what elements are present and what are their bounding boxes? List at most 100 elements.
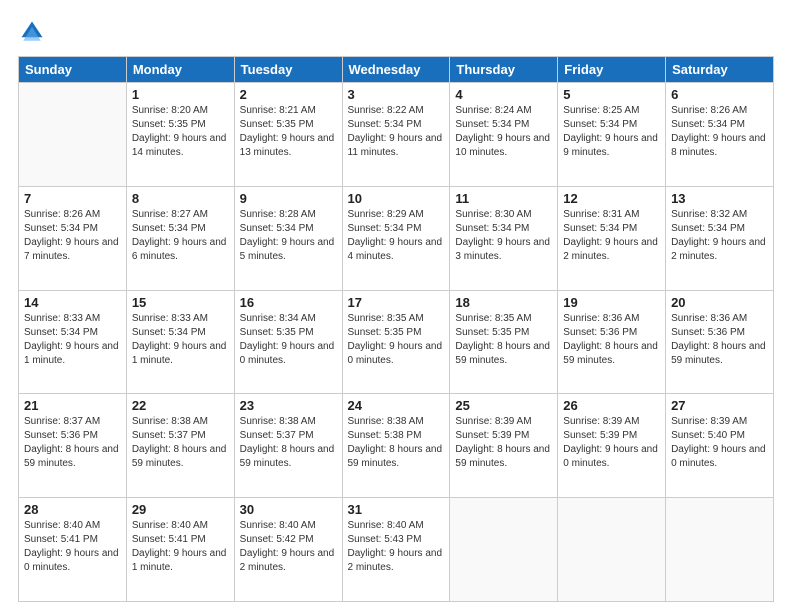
day-number: 15 bbox=[132, 295, 229, 310]
calendar-cell: 11Sunrise: 8:30 AMSunset: 5:34 PMDayligh… bbox=[450, 186, 558, 290]
day-number: 18 bbox=[455, 295, 552, 310]
calendar-week-row: 7 Sunrise: 8:26 AMSunset: 5:34 PMDaylight… bbox=[19, 186, 774, 290]
calendar-week-row: 14 Sunrise: 8:33 AMSunset: 5:34 PMDayligh… bbox=[19, 290, 774, 394]
calendar-cell: 23Sunrise: 8:38 AMSunset: 5:37 PMDayligh… bbox=[234, 394, 342, 498]
calendar-cell: 28 Sunrise: 8:40 AMSunset: 5:41 PMDayligh… bbox=[19, 498, 127, 602]
calendar-cell: 20 Sunrise: 8:36 AMSunset: 5:36 PMDayligh… bbox=[666, 290, 774, 394]
day-number: 16 bbox=[240, 295, 337, 310]
calendar-week-row: 1 Sunrise: 8:20 AMSunset: 5:35 PMDaylight… bbox=[19, 83, 774, 187]
calendar-cell: 1 Sunrise: 8:20 AMSunset: 5:35 PMDaylight… bbox=[126, 83, 234, 187]
day-number: 21 bbox=[24, 398, 121, 413]
calendar-week-row: 21 Sunrise: 8:37 AMSunset: 5:36 PMDayligh… bbox=[19, 394, 774, 498]
day-info: Sunrise: 8:38 AMSunset: 5:37 PMDaylight:… bbox=[132, 415, 229, 471]
day-number: 26 bbox=[563, 398, 660, 413]
calendar-cell bbox=[558, 498, 666, 602]
calendar-cell: 17Sunrise: 8:35 AMSunset: 5:35 PMDayligh… bbox=[342, 290, 450, 394]
column-header-tuesday: Tuesday bbox=[234, 57, 342, 83]
calendar-cell: 22 Sunrise: 8:38 AMSunset: 5:37 PMDayligh… bbox=[126, 394, 234, 498]
day-number: 28 bbox=[24, 502, 121, 517]
calendar-cell: 7 Sunrise: 8:26 AMSunset: 5:34 PMDaylight… bbox=[19, 186, 127, 290]
day-number: 3 bbox=[348, 87, 445, 102]
day-number: 31 bbox=[348, 502, 445, 517]
day-number: 29 bbox=[132, 502, 229, 517]
day-number: 4 bbox=[455, 87, 552, 102]
day-info: Sunrise: 8:40 AMSunset: 5:41 PMDaylight:… bbox=[24, 519, 121, 575]
day-info: Sunrise: 8:34 AMSunset: 5:35 PMDaylight:… bbox=[240, 312, 337, 368]
column-header-monday: Monday bbox=[126, 57, 234, 83]
calendar-cell: 14 Sunrise: 8:33 AMSunset: 5:34 PMDayligh… bbox=[19, 290, 127, 394]
calendar-cell: 31 Sunrise: 8:40 AMSunset: 5:43 PMDayligh… bbox=[342, 498, 450, 602]
calendar-cell bbox=[666, 498, 774, 602]
day-info: Sunrise: 8:35 AMSunset: 5:35 PMDaylight:… bbox=[455, 312, 552, 368]
calendar-cell: 6 Sunrise: 8:26 AMSunset: 5:34 PMDaylight… bbox=[666, 83, 774, 187]
calendar-cell: 13 Sunrise: 8:32 AMSunset: 5:34 PMDayligh… bbox=[666, 186, 774, 290]
day-info: Sunrise: 8:31 AMSunset: 5:34 PMDaylight:… bbox=[563, 208, 660, 264]
day-number: 2 bbox=[240, 87, 337, 102]
calendar-table: SundayMondayTuesdayWednesdayThursdayFrid… bbox=[18, 56, 774, 602]
day-info: Sunrise: 8:32 AMSunset: 5:34 PMDaylight:… bbox=[671, 208, 768, 264]
day-info: Sunrise: 8:21 AMSunset: 5:35 PMDaylight:… bbox=[240, 104, 337, 160]
day-number: 24 bbox=[348, 398, 445, 413]
day-info: Sunrise: 8:37 AMSunset: 5:36 PMDaylight:… bbox=[24, 415, 121, 471]
calendar-cell: 18 Sunrise: 8:35 AMSunset: 5:35 PMDayligh… bbox=[450, 290, 558, 394]
day-number: 27 bbox=[671, 398, 768, 413]
calendar-cell: 15 Sunrise: 8:33 AMSunset: 5:34 PMDayligh… bbox=[126, 290, 234, 394]
calendar-cell: 26 Sunrise: 8:39 AMSunset: 5:39 PMDayligh… bbox=[558, 394, 666, 498]
day-info: Sunrise: 8:38 AMSunset: 5:38 PMDaylight:… bbox=[348, 415, 445, 471]
column-header-sunday: Sunday bbox=[19, 57, 127, 83]
day-info: Sunrise: 8:28 AMSunset: 5:34 PMDaylight:… bbox=[240, 208, 337, 264]
day-number: 11 bbox=[455, 191, 552, 206]
column-header-friday: Friday bbox=[558, 57, 666, 83]
day-number: 7 bbox=[24, 191, 121, 206]
day-info: Sunrise: 8:26 AMSunset: 5:34 PMDaylight:… bbox=[671, 104, 768, 160]
day-number: 22 bbox=[132, 398, 229, 413]
day-info: Sunrise: 8:39 AMSunset: 5:39 PMDaylight:… bbox=[455, 415, 552, 471]
day-number: 30 bbox=[240, 502, 337, 517]
day-info: Sunrise: 8:39 AMSunset: 5:39 PMDaylight:… bbox=[563, 415, 660, 471]
day-number: 9 bbox=[240, 191, 337, 206]
day-info: Sunrise: 8:29 AMSunset: 5:34 PMDaylight:… bbox=[348, 208, 445, 264]
calendar-cell: 30 Sunrise: 8:40 AMSunset: 5:42 PMDayligh… bbox=[234, 498, 342, 602]
calendar-header-row: SundayMondayTuesdayWednesdayThursdayFrid… bbox=[19, 57, 774, 83]
logo-icon bbox=[18, 18, 46, 46]
day-info: Sunrise: 8:25 AMSunset: 5:34 PMDaylight:… bbox=[563, 104, 660, 160]
day-info: Sunrise: 8:33 AMSunset: 5:34 PMDaylight:… bbox=[24, 312, 121, 368]
calendar-cell: 4 Sunrise: 8:24 AMSunset: 5:34 PMDaylight… bbox=[450, 83, 558, 187]
day-number: 1 bbox=[132, 87, 229, 102]
logo bbox=[18, 18, 50, 46]
day-info: Sunrise: 8:20 AMSunset: 5:35 PMDaylight:… bbox=[132, 104, 229, 160]
day-number: 19 bbox=[563, 295, 660, 310]
calendar-cell: 5 Sunrise: 8:25 AMSunset: 5:34 PMDaylight… bbox=[558, 83, 666, 187]
day-info: Sunrise: 8:40 AMSunset: 5:42 PMDaylight:… bbox=[240, 519, 337, 575]
column-header-thursday: Thursday bbox=[450, 57, 558, 83]
day-info: Sunrise: 8:40 AMSunset: 5:43 PMDaylight:… bbox=[348, 519, 445, 575]
calendar-cell: 9 Sunrise: 8:28 AMSunset: 5:34 PMDaylight… bbox=[234, 186, 342, 290]
day-number: 10 bbox=[348, 191, 445, 206]
day-number: 6 bbox=[671, 87, 768, 102]
day-info: Sunrise: 8:33 AMSunset: 5:34 PMDaylight:… bbox=[132, 312, 229, 368]
day-number: 13 bbox=[671, 191, 768, 206]
day-info: Sunrise: 8:39 AMSunset: 5:40 PMDaylight:… bbox=[671, 415, 768, 471]
day-number: 20 bbox=[671, 295, 768, 310]
day-number: 25 bbox=[455, 398, 552, 413]
column-header-saturday: Saturday bbox=[666, 57, 774, 83]
day-number: 8 bbox=[132, 191, 229, 206]
calendar-cell: 3Sunrise: 8:22 AMSunset: 5:34 PMDaylight… bbox=[342, 83, 450, 187]
calendar-week-row: 28 Sunrise: 8:40 AMSunset: 5:41 PMDayligh… bbox=[19, 498, 774, 602]
calendar-cell: 2 Sunrise: 8:21 AMSunset: 5:35 PMDaylight… bbox=[234, 83, 342, 187]
day-number: 17 bbox=[348, 295, 445, 310]
calendar-cell: 16 Sunrise: 8:34 AMSunset: 5:35 PMDayligh… bbox=[234, 290, 342, 394]
day-info: Sunrise: 8:36 AMSunset: 5:36 PMDaylight:… bbox=[563, 312, 660, 368]
day-info: Sunrise: 8:36 AMSunset: 5:36 PMDaylight:… bbox=[671, 312, 768, 368]
calendar-cell: 19 Sunrise: 8:36 AMSunset: 5:36 PMDayligh… bbox=[558, 290, 666, 394]
day-number: 14 bbox=[24, 295, 121, 310]
calendar-cell bbox=[450, 498, 558, 602]
day-info: Sunrise: 8:26 AMSunset: 5:34 PMDaylight:… bbox=[24, 208, 121, 264]
day-info: Sunrise: 8:38 AMSunset: 5:37 PMDaylight:… bbox=[240, 415, 337, 471]
calendar-cell: 8Sunrise: 8:27 AMSunset: 5:34 PMDaylight… bbox=[126, 186, 234, 290]
day-number: 5 bbox=[563, 87, 660, 102]
calendar-cell: 27 Sunrise: 8:39 AMSunset: 5:40 PMDayligh… bbox=[666, 394, 774, 498]
day-info: Sunrise: 8:24 AMSunset: 5:34 PMDaylight:… bbox=[455, 104, 552, 160]
calendar-cell bbox=[19, 83, 127, 187]
column-header-wednesday: Wednesday bbox=[342, 57, 450, 83]
